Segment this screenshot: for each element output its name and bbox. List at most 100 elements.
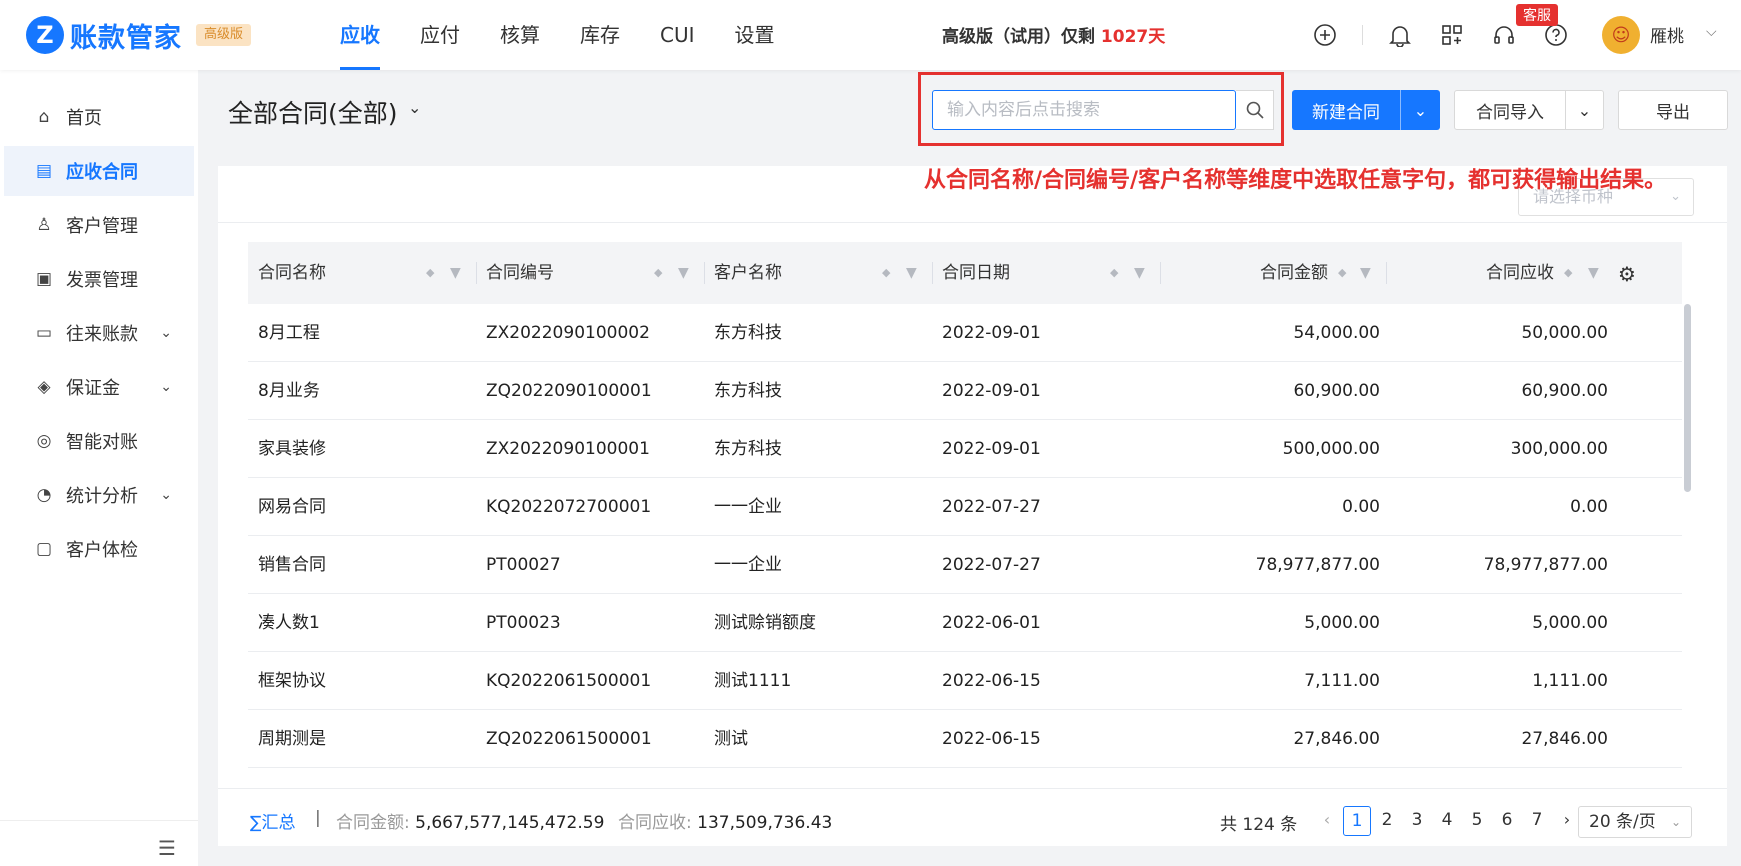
- cell-date: 2022-06-15: [942, 671, 1041, 691]
- chevron-down-icon[interactable]: ⌄: [1400, 90, 1440, 130]
- search-input[interactable]: [932, 90, 1236, 130]
- sidebar-item-reconcile[interactable]: ◎ 智能对账: [4, 416, 194, 466]
- chevron-down-icon: ⌄: [1670, 189, 1681, 204]
- collapse-sidebar-icon[interactable]: ☰: [158, 836, 176, 860]
- page-6[interactable]: 6: [1492, 806, 1522, 836]
- cell-contract-code: ZQ2022090100001: [486, 381, 652, 401]
- nav-tab-settings[interactable]: 设置: [715, 0, 795, 70]
- page-5[interactable]: 5: [1462, 806, 1492, 836]
- sidebar-item-checkup[interactable]: ▢ 客户体检: [4, 524, 194, 574]
- table-row[interactable]: 网易合同 KQ2022072700001 一一企业 2022-07-27 0.0…: [248, 478, 1682, 536]
- table-row[interactable]: 8月业务 ZQ2022090100001 东方科技 2022-09-01 60,…: [248, 362, 1682, 420]
- sort-icon[interactable]: ◆: [654, 242, 662, 304]
- sidebar-item-accounts[interactable]: ▭ 往来账款 ⌄: [4, 308, 194, 358]
- table-row[interactable]: 周期测是 ZQ2022061500001 测试 2022-06-15 27,84…: [248, 710, 1682, 768]
- cell-amount: 60,900.00: [1293, 381, 1380, 401]
- sort-icon[interactable]: ◆: [1564, 242, 1572, 304]
- nav-tab-receivable[interactable]: 应收: [320, 0, 400, 70]
- summary-separator: |: [315, 808, 321, 828]
- table-scrollbar[interactable]: [1684, 304, 1691, 492]
- search-button[interactable]: [1236, 90, 1274, 130]
- app-brand[interactable]: 账款管家: [70, 16, 182, 55]
- cell-contract-name[interactable]: 8月业务: [258, 362, 320, 420]
- summary-amount-label: 合同金额:: [336, 813, 410, 833]
- bell-icon[interactable]: [1385, 20, 1415, 50]
- summary-label[interactable]: ∑汇总: [250, 808, 295, 833]
- column-divider: [1160, 262, 1161, 284]
- cell-contract-name[interactable]: 框架协议: [258, 652, 326, 710]
- table-row[interactable]: 框架协议 KQ2022061500001 测试1111 2022-06-15 7…: [248, 652, 1682, 710]
- page-size-select[interactable]: 20 条/页 ⌄: [1578, 806, 1692, 838]
- filter-icon[interactable]: ▼: [1360, 242, 1371, 304]
- add-circle-icon[interactable]: [1310, 20, 1340, 50]
- cell-contract-name[interactable]: 家具装修: [258, 420, 326, 478]
- chevron-down-icon[interactable]: ⌄: [1565, 91, 1603, 129]
- nav-tab-inventory[interactable]: 库存: [560, 0, 640, 70]
- sort-icon[interactable]: ◆: [882, 242, 890, 304]
- filter-icon[interactable]: ▼: [1588, 242, 1599, 304]
- page-4[interactable]: 4: [1432, 806, 1462, 836]
- chevron-down-icon[interactable]: ⌄: [408, 98, 421, 117]
- table-row[interactable]: 凑人数1 PT00023 测试赊销额度 2022-06-01 5,000.00 …: [248, 594, 1682, 652]
- page-1[interactable]: 1: [1343, 806, 1371, 836]
- column-header-name[interactable]: 合同名称: [258, 242, 326, 304]
- edition-badge: 高级版: [196, 24, 252, 46]
- sidebar-item-home[interactable]: ⌂ 首页: [4, 92, 194, 142]
- sort-icon[interactable]: ◆: [1338, 242, 1346, 304]
- sidebar-item-label: 智能对账: [66, 432, 138, 453]
- chevron-down-icon[interactable]: ⌵: [1706, 24, 1717, 40]
- new-contract-button[interactable]: 新建合同 ⌄: [1292, 90, 1440, 130]
- support-badge[interactable]: 客服: [1516, 4, 1558, 26]
- column-settings-gear-icon[interactable]: ⚙: [1618, 262, 1636, 286]
- cell-contract-name[interactable]: 周期测是: [258, 710, 326, 768]
- column-header-customer[interactable]: 客户名称: [714, 242, 782, 304]
- sidebar-item-customers[interactable]: ♙ 客户管理: [4, 200, 194, 250]
- sort-icon[interactable]: ◆: [1110, 242, 1118, 304]
- avatar[interactable]: ☺: [1602, 16, 1640, 54]
- sidebar-item-statistics[interactable]: ◔ 统计分析 ⌄: [4, 470, 194, 520]
- user-name[interactable]: 雁桃: [1650, 22, 1684, 47]
- cell-receivable: 60,900.00: [1521, 381, 1608, 401]
- page-2[interactable]: 2: [1372, 806, 1402, 836]
- column-header-date[interactable]: 合同日期: [942, 242, 1010, 304]
- column-header-amount[interactable]: 合同金额: [1260, 242, 1328, 304]
- import-contract-button[interactable]: 合同导入 ⌄: [1454, 90, 1604, 130]
- sidebar-item-invoices[interactable]: ▣ 发票管理: [4, 254, 194, 304]
- headset-icon[interactable]: [1489, 20, 1519, 50]
- filter-icon[interactable]: ▼: [1134, 242, 1145, 304]
- page-title[interactable]: 全部合同(全部): [228, 94, 398, 130]
- filter-icon[interactable]: ▼: [906, 242, 917, 304]
- cell-contract-name[interactable]: 网易合同: [258, 478, 326, 536]
- cell-receivable: 78,977,877.00: [1483, 555, 1608, 575]
- cell-contract-name[interactable]: 凑人数1: [258, 594, 320, 652]
- apps-grid-icon[interactable]: [1437, 20, 1467, 50]
- page-3[interactable]: 3: [1402, 806, 1432, 836]
- export-button[interactable]: 导出: [1618, 90, 1728, 130]
- table-row[interactable]: 8月工程 ZX2022090100002 东方科技 2022-09-01 54,…: [248, 304, 1682, 362]
- sidebar-item-receivable-contract[interactable]: ▤ 应收合同: [4, 146, 194, 196]
- new-contract-label[interactable]: 新建合同: [1292, 90, 1400, 130]
- filter-icon[interactable]: ▼: [678, 242, 689, 304]
- table-row[interactable]: 销售合同 PT00027 一一企业 2022-07-27 78,977,877.…: [248, 536, 1682, 594]
- app-logo[interactable]: Z: [26, 16, 64, 54]
- cell-contract-name[interactable]: 8月工程: [258, 304, 320, 362]
- sidebar-item-deposit[interactable]: ◈ 保证金 ⌄: [4, 362, 194, 412]
- prev-page-icon[interactable]: ‹: [1312, 806, 1342, 836]
- footer-divider: [218, 788, 1727, 789]
- nav-tab-cui[interactable]: CUI: [640, 0, 715, 70]
- sort-icon[interactable]: ◆: [426, 242, 434, 304]
- nav-tab-accounting[interactable]: 核算: [480, 0, 560, 70]
- trial-prefix: 高级版（试用）仅剩: [942, 27, 1101, 47]
- cell-contract-name[interactable]: 销售合同: [258, 536, 326, 594]
- cell-customer: 一一企业: [714, 555, 782, 575]
- page-7[interactable]: 7: [1522, 806, 1552, 836]
- annotation-text: 从合同名称/合同编号/客户名称等维度中选取任意字句，都可获得输出结果。: [924, 167, 1667, 193]
- sidebar-item-label: 客户体检: [66, 540, 138, 561]
- column-header-receivable[interactable]: 合同应收: [1486, 242, 1554, 304]
- filter-icon[interactable]: ▼: [450, 242, 461, 304]
- column-header-code[interactable]: 合同编号: [486, 242, 554, 304]
- nav-tab-payable[interactable]: 应付: [400, 0, 480, 70]
- import-contract-label[interactable]: 合同导入: [1455, 91, 1565, 129]
- cell-date: 2022-09-01: [942, 381, 1041, 401]
- table-row[interactable]: 家具装修 ZX2022090100001 东方科技 2022-09-01 500…: [248, 420, 1682, 478]
